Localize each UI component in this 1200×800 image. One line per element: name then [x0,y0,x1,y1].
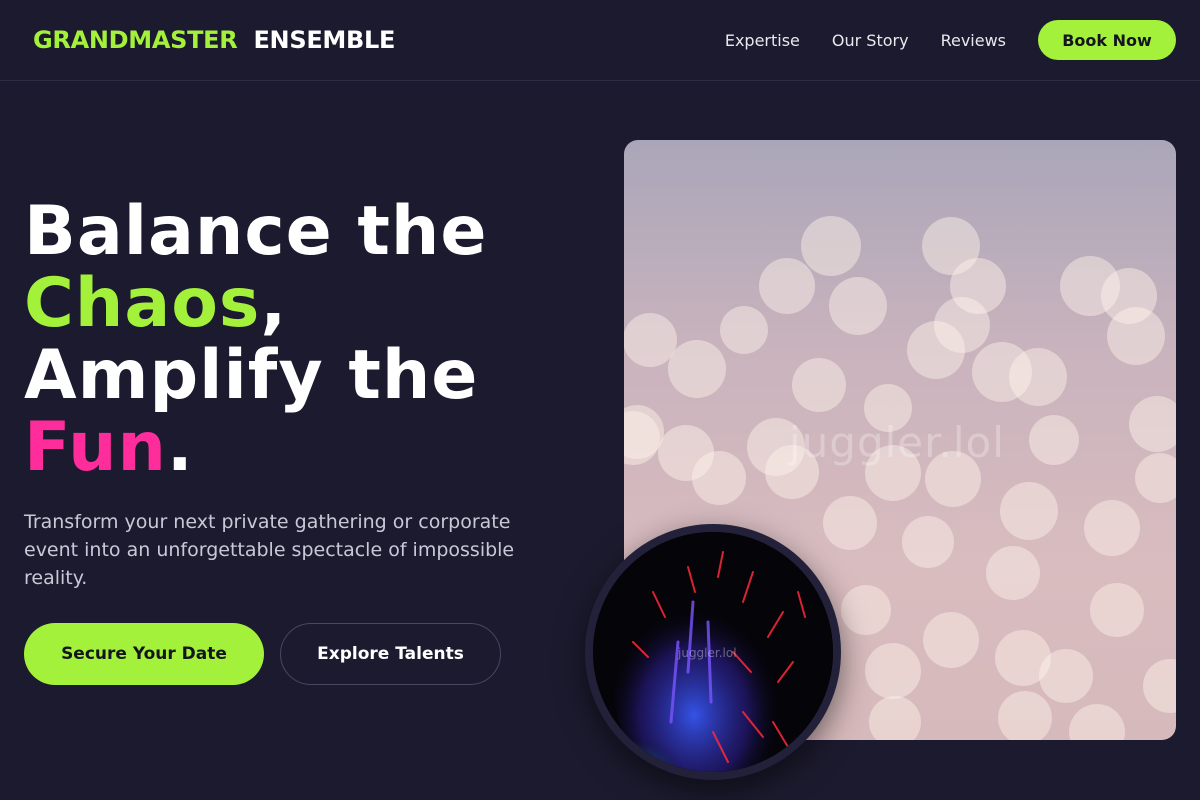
headline-comma: , [260,264,288,343]
nav-link-reviews[interactable]: Reviews [941,31,1006,50]
top-navbar: GRANDMASTER ENSEMBLE Expertise Our Story… [0,0,1200,81]
fire-juggling-image: juggler.lol [585,524,841,780]
brand-name-primary: GRANDMASTER [33,26,238,54]
nav-link-expertise[interactable]: Expertise [725,31,800,50]
hero-subtitle: Transform your next private gathering or… [24,511,515,589]
book-now-button[interactable]: Book Now [1038,20,1176,60]
headline-highlight-chaos: Chaos [24,264,261,343]
circle-image-watermark: juggler.lol [678,646,737,660]
secure-your-date-button[interactable]: Secure Your Date [24,623,264,685]
nav-link-our-story[interactable]: Our Story [832,31,909,50]
hero-headline: Balance the Chaos, Amplify the Fun. [24,196,487,484]
explore-talents-button[interactable]: Explore Talents [280,623,501,685]
headline-highlight-fun: Fun [24,408,167,487]
brand-logo[interactable]: GRANDMASTER ENSEMBLE [33,26,395,54]
headline-period: . [166,408,194,487]
headline-line-1: Balance the [24,192,488,271]
nav-menu: Expertise Our Story Reviews Book Now [725,20,1176,60]
headline-line-3: Amplify the [24,336,479,415]
brand-name-secondary: ENSEMBLE [253,26,396,54]
image-watermark: juggler.lol [789,418,1005,467]
